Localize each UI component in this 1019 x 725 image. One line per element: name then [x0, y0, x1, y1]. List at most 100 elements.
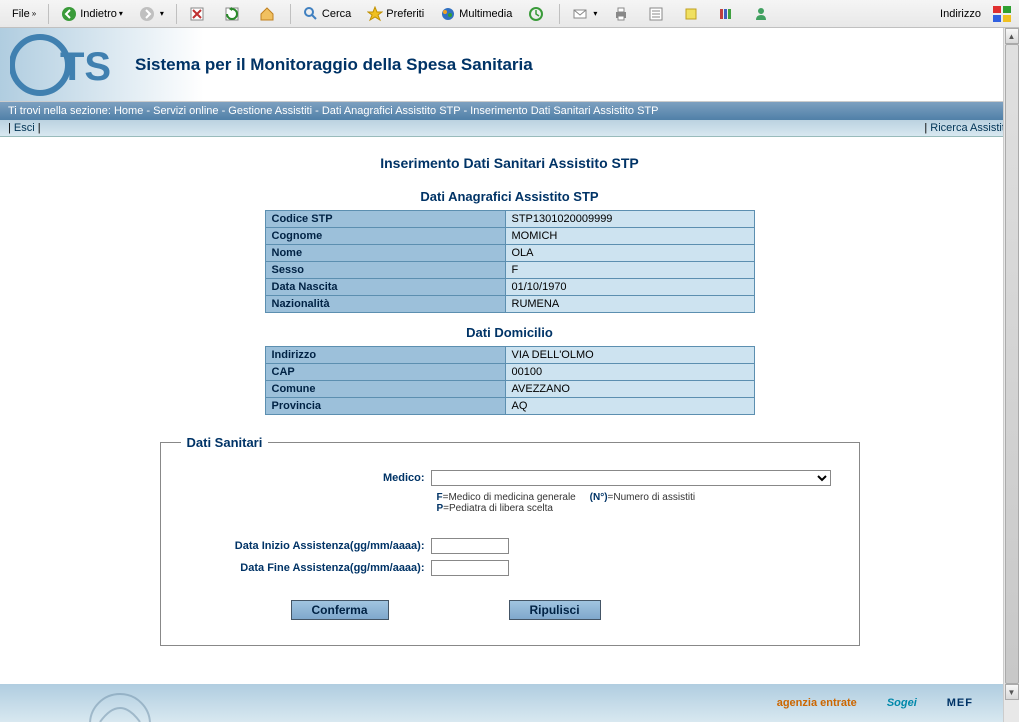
table-row: SessoF	[265, 262, 754, 279]
windows-flag-icon	[991, 4, 1015, 24]
favorites-label: Preferiti	[386, 8, 424, 20]
value-nazionalita: RUMENA	[505, 296, 754, 313]
value-sesso: F	[505, 262, 754, 279]
conferma-button[interactable]: Conferma	[291, 600, 389, 620]
history-icon	[528, 6, 544, 22]
table-row: NazionalitàRUMENA	[265, 296, 754, 313]
value-cognome: MOMICH	[505, 228, 754, 245]
books-icon	[718, 6, 734, 22]
emblem-icon	[40, 684, 200, 722]
print-button[interactable]	[606, 3, 639, 25]
back-icon	[61, 6, 77, 22]
scroll-down-arrow[interactable]: ▼	[1005, 684, 1019, 700]
esci-link[interactable]: Esci	[14, 122, 35, 134]
table-row: CognomeMOMICH	[265, 228, 754, 245]
stop-button[interactable]	[182, 3, 215, 25]
medico-label: Medico:	[181, 472, 431, 484]
mail-button[interactable]: ▾	[565, 3, 604, 25]
separator	[48, 4, 49, 24]
refresh-button[interactable]	[217, 3, 250, 25]
value-cap: 00100	[505, 364, 754, 381]
sogei-logo: Sogei	[887, 697, 917, 709]
data-fine-row: Data Fine Assistenza(gg/mm/aaaa):	[181, 560, 839, 576]
table-row: Codice STPSTP1301020009999	[265, 211, 754, 228]
separator	[290, 4, 291, 24]
scroll-up-arrow[interactable]: ▲	[1005, 28, 1019, 44]
medico-select[interactable]	[431, 470, 831, 486]
label-data-nascita: Data Nascita	[265, 279, 505, 296]
messenger-button[interactable]	[746, 3, 779, 25]
ricerca-assistito-link[interactable]: Ricerca Assistito	[930, 122, 1011, 134]
home-button[interactable]	[252, 3, 285, 25]
print-icon	[613, 6, 629, 22]
multimedia-button[interactable]: Multimedia	[433, 3, 519, 25]
label-nome: Nome	[265, 245, 505, 262]
medico-row: Medico:	[181, 470, 839, 486]
data-inizio-label: Data Inizio Assistenza(gg/mm/aaaa):	[181, 540, 431, 552]
anagrafici-title: Dati Anagrafici Assistito STP	[20, 189, 999, 204]
data-fine-label: Data Fine Assistenza(gg/mm/aaaa):	[181, 562, 431, 574]
data-inizio-row: Data Inizio Assistenza(gg/mm/aaaa):	[181, 538, 839, 554]
table-row: IndirizzoVIA DELL'OLMO	[265, 347, 754, 364]
forward-icon	[139, 6, 155, 22]
browser-toolbar: File » Indietro ▾ ▾ Cerca	[0, 0, 1019, 28]
research-button[interactable]	[711, 3, 744, 25]
search-icon	[303, 6, 319, 22]
breadcrumb: Ti trovi nella sezione: Home - Servizi o…	[0, 102, 1019, 120]
edit-button[interactable]	[641, 3, 674, 25]
header-banner: TS Sistema per il Monitoraggio della Spe…	[0, 28, 1019, 102]
footer: agenzia entrate Sogei MEF	[0, 684, 1003, 722]
table-row: Data Nascita01/10/1970	[265, 279, 754, 296]
star-icon	[367, 6, 383, 22]
ts-logo-icon: TS	[10, 30, 110, 100]
address-label: Indirizzo	[934, 6, 987, 22]
stop-icon	[189, 6, 205, 22]
file-menu[interactable]: File »	[5, 5, 43, 23]
label-provincia: Provincia	[265, 398, 505, 415]
page-title: Inserimento Dati Sanitari Assistito STP	[20, 155, 999, 171]
anagrafici-table: Codice STPSTP1301020009999 CognomeMOMICH…	[265, 210, 755, 313]
dati-sanitari-legend: Dati Sanitari	[181, 435, 269, 450]
favorites-button[interactable]: Preferiti	[360, 3, 431, 25]
agenzia-entrate-logo: agenzia entrate	[777, 697, 857, 709]
table-row: ComuneAVEZZANO	[265, 381, 754, 398]
mef-logo: MEF	[947, 697, 973, 709]
file-label: File	[12, 8, 30, 20]
sub-bar: | Esci | | Ricerca Assistito	[0, 120, 1019, 137]
table-row: CAP00100	[265, 364, 754, 381]
back-label: Indietro	[80, 8, 117, 20]
label-comune: Comune	[265, 381, 505, 398]
back-button[interactable]: Indietro ▾	[54, 3, 130, 25]
dati-sanitari-fieldset: Dati Sanitari Medico: F=Medico di medici…	[160, 435, 860, 646]
value-codice-stp: STP1301020009999	[505, 211, 754, 228]
label-nazionalita: Nazionalità	[265, 296, 505, 313]
data-inizio-input[interactable]	[431, 538, 509, 554]
ripulisci-button[interactable]: Ripulisci	[509, 600, 601, 620]
value-provincia: AQ	[505, 398, 754, 415]
forward-button[interactable]: ▾	[132, 3, 171, 25]
refresh-icon	[224, 6, 240, 22]
table-row: ProvinciaAQ	[265, 398, 754, 415]
table-row: NomeOLA	[265, 245, 754, 262]
value-nome: OLA	[505, 245, 754, 262]
edit-icon	[648, 6, 664, 22]
domicilio-title: Dati Domicilio	[20, 325, 999, 340]
scroll-thumb[interactable]	[1005, 44, 1019, 684]
chevron-down-icon: ▾	[593, 9, 597, 18]
person-icon	[753, 6, 769, 22]
history-button[interactable]	[521, 3, 554, 25]
value-data-nascita: 01/10/1970	[505, 279, 754, 296]
label-codice-stp: Codice STP	[265, 211, 505, 228]
breadcrumb-prefix: Ti trovi nella sezione:	[8, 105, 111, 117]
chevron-right-icon: »	[32, 9, 36, 18]
search-button[interactable]: Cerca	[296, 3, 358, 25]
vertical-scrollbar[interactable]: ▲ ▼	[1003, 28, 1019, 722]
svg-text:TS: TS	[60, 45, 110, 89]
label-cognome: Cognome	[265, 228, 505, 245]
separator	[176, 4, 177, 24]
data-fine-input[interactable]	[431, 560, 509, 576]
home-icon	[259, 6, 275, 22]
chevron-down-icon: ▾	[119, 9, 123, 18]
system-title: Sistema per il Monitoraggio della Spesa …	[135, 55, 533, 75]
discuss-button[interactable]	[676, 3, 709, 25]
